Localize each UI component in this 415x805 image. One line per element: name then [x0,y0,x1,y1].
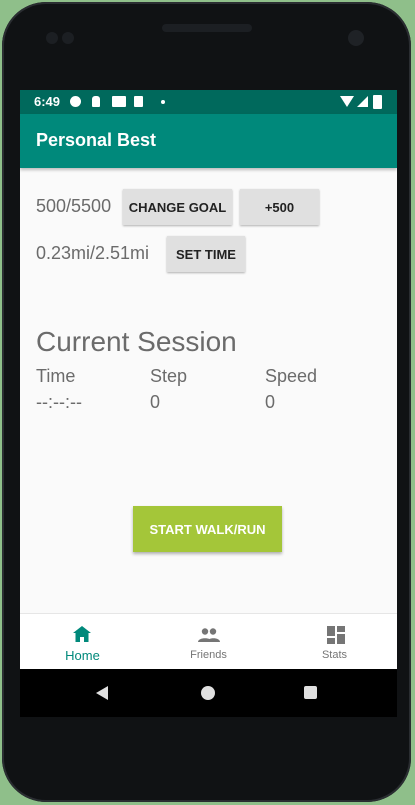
time-label: Time [36,366,76,386]
nav-label-home: Home [65,648,100,663]
set-time-button[interactable]: SET TIME [167,236,245,272]
dashboard-icon [327,626,345,644]
gear-icon [70,96,81,107]
screen: 6:49 Personal Best 500/5500 CHANGE GOAL … [20,90,397,717]
home-icon [73,626,91,642]
home-circle-icon[interactable] [201,686,215,700]
change-goal-button[interactable]: CHANGE GOAL [123,189,232,225]
front-camera-icon [348,30,364,46]
speed-value: 0 [265,392,276,412]
battery-icon [373,95,382,109]
people-icon [198,628,220,642]
step-label: Step [150,366,188,386]
add-500-button[interactable]: +500 [240,189,319,225]
signal-icon [357,96,368,107]
wifi-icon [340,96,354,107]
pin-icon [92,96,100,107]
sensor-icon [46,32,58,44]
back-icon[interactable] [96,686,108,700]
phone-frame: 6:49 Personal Best 500/5500 CHANGE GOAL … [2,2,411,802]
sensor-icon [62,32,74,44]
mail-icon [112,96,126,107]
start-walk-run-button[interactable]: START WALK/RUN [133,506,282,552]
nav-item-stats[interactable]: Stats [272,614,397,670]
sd-card-icon [134,96,143,107]
speed-label: Speed [265,366,318,386]
status-bar: 6:49 [20,90,397,114]
bottom-nav: Home Friends Stats [20,613,397,670]
time-value: --:--:-- [36,392,82,412]
session-title: Current Session [36,326,237,357]
step-value: 0 [150,392,161,412]
nav-label-friends: Friends [190,649,227,661]
steps-progress: 500/5500 [36,196,112,216]
page-title: Personal Best [36,130,157,150]
distance-progress: 0.23mi/2.51mi [36,243,150,263]
nav-label-stats: Stats [321,649,348,661]
status-time: 6:49 [34,94,61,109]
dot-icon [161,100,165,104]
speaker-grille [162,24,252,32]
system-nav-bar [20,669,397,717]
recent-apps-icon[interactable] [304,686,317,699]
nav-item-home[interactable]: Home [20,614,145,670]
app-bar: Personal Best [20,114,397,168]
nav-item-friends[interactable]: Friends [146,614,271,670]
